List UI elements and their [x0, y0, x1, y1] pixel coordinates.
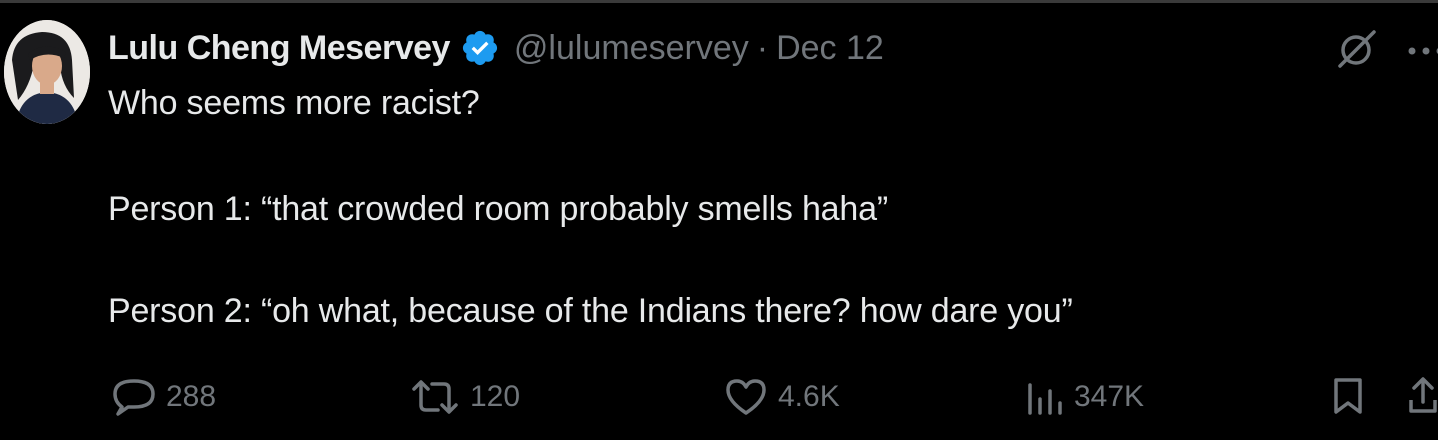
tweet-text-line: Person 2: “oh what, because of the India…: [108, 292, 1073, 330]
reply-button[interactable]: 288: [112, 374, 216, 420]
reply-icon: [112, 377, 156, 417]
repost-icon: [410, 377, 460, 417]
like-count: 4.6K: [778, 380, 840, 413]
bookmark-icon: [1330, 378, 1366, 420]
repost-count: 120: [470, 380, 521, 413]
more-options-icon[interactable]: [1406, 44, 1438, 56]
views-button[interactable]: 347K: [1024, 374, 1144, 420]
bookmark-button[interactable]: [1330, 376, 1366, 416]
grok-icon[interactable]: [1334, 26, 1380, 72]
views-count: 347K: [1074, 380, 1145, 413]
repost-button[interactable]: 120: [410, 374, 520, 420]
display-name[interactable]: Lulu Cheng Meservey: [108, 29, 450, 68]
header-separator: ·: [756, 28, 769, 67]
share-button[interactable]: [1408, 374, 1438, 416]
tweet-text-line: Who seems more racist?: [108, 84, 480, 122]
author-handle[interactable]: @lulumeservey: [514, 29, 749, 68]
reply-count: 288: [166, 380, 217, 413]
verified-badge-icon: [460, 28, 500, 68]
tweet-header: Lulu Cheng Meservey @lulumeservey · Dec …: [108, 24, 884, 72]
tweet-card[interactable]: Lulu Cheng Meservey @lulumeservey · Dec …: [0, 0, 1438, 440]
heart-icon: [724, 377, 768, 417]
share-icon: [1408, 377, 1438, 420]
views-bar-chart-icon: [1024, 377, 1064, 417]
tweet-text-line: Person 1: “that crowded room probably sm…: [108, 190, 888, 228]
avatar[interactable]: [4, 20, 90, 124]
like-button[interactable]: 4.6K: [724, 374, 840, 420]
tweet-date[interactable]: Dec 12: [776, 29, 884, 68]
